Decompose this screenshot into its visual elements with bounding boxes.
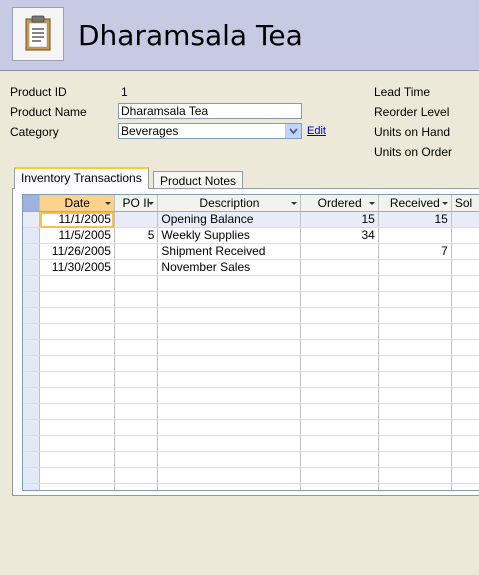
product-name-label: Product Name bbox=[10, 105, 87, 119]
empty-row bbox=[23, 483, 479, 490]
form-header: Dharamsala Tea bbox=[0, 0, 479, 71]
product-id-label: Product ID bbox=[10, 85, 67, 99]
category-select-value: Beverages bbox=[121, 124, 179, 138]
lead-time-label: Lead Time bbox=[374, 85, 431, 99]
date-cell[interactable]: 11/1/2005 bbox=[39, 211, 115, 228]
received-cell[interactable]: 7 bbox=[378, 243, 452, 260]
units-on-hand-label: Units on Hand bbox=[374, 125, 451, 139]
dropdown-arrow-icon[interactable] bbox=[148, 202, 155, 205]
empty-row bbox=[23, 467, 479, 484]
ordered-cell[interactable]: 15 bbox=[300, 211, 379, 228]
empty-row bbox=[23, 323, 479, 340]
sold-cell[interactable] bbox=[451, 259, 479, 276]
ordered-cell[interactable]: 34 bbox=[300, 227, 379, 244]
empty-row bbox=[23, 419, 479, 436]
empty-row[interactable] bbox=[23, 275, 479, 292]
ordered-cell[interactable] bbox=[300, 259, 379, 276]
page-title: Dharamsala Tea bbox=[78, 19, 303, 52]
received-cell[interactable]: 15 bbox=[378, 211, 452, 228]
column-header-sold[interactable]: Sol bbox=[451, 195, 479, 212]
dropdown-arrow-icon[interactable] bbox=[104, 202, 111, 205]
description-cell[interactable]: November Sales bbox=[157, 259, 302, 276]
date-cell[interactable]: 11/30/2005 bbox=[39, 259, 115, 276]
tab-product-notes[interactable]: Product Notes bbox=[153, 171, 244, 189]
table-row[interactable]: 11/26/2005 Shipment Received 7 bbox=[23, 243, 479, 260]
received-cell[interactable] bbox=[378, 259, 452, 276]
date-cell[interactable]: 11/26/2005 bbox=[39, 243, 115, 260]
table-row[interactable]: 11/1/2005 Opening Balance 15 15 bbox=[23, 211, 479, 228]
column-header-po[interactable]: PO II bbox=[114, 195, 159, 212]
description-cell[interactable]: Shipment Received bbox=[157, 243, 302, 260]
sold-cell[interactable] bbox=[451, 243, 479, 260]
table-row[interactable]: 11/5/2005 5 Weekly Supplies 34 bbox=[23, 227, 479, 244]
date-cell[interactable]: 11/5/2005 bbox=[39, 227, 115, 244]
empty-row bbox=[23, 403, 479, 420]
dropdown-arrow-icon[interactable] bbox=[368, 202, 375, 205]
table-row[interactable]: 11/30/2005 November Sales bbox=[23, 259, 479, 276]
column-header-description[interactable]: Description bbox=[157, 195, 302, 212]
description-cell[interactable]: Weekly Supplies bbox=[157, 227, 302, 244]
column-header-received[interactable]: Received bbox=[378, 195, 452, 212]
empty-row bbox=[23, 355, 479, 372]
row-selector[interactable] bbox=[23, 227, 41, 244]
row-selector[interactable] bbox=[23, 259, 41, 276]
ordered-cell[interactable] bbox=[300, 243, 379, 260]
product-name-field[interactable]: Dharamsala Tea bbox=[118, 103, 302, 119]
received-cell[interactable] bbox=[378, 227, 452, 244]
empty-row bbox=[23, 387, 479, 404]
dropdown-arrow-icon[interactable] bbox=[441, 202, 448, 205]
tab-inventory-transactions[interactable]: Inventory Transactions bbox=[14, 167, 149, 189]
category-label: Category bbox=[10, 125, 59, 139]
edit-category-link[interactable]: Edit bbox=[307, 124, 326, 138]
reorder-level-label: Reorder Level bbox=[374, 105, 450, 119]
units-on-order-label: Units on Order bbox=[374, 145, 453, 159]
description-cell[interactable]: Opening Balance bbox=[157, 211, 302, 228]
po-cell[interactable] bbox=[114, 243, 159, 260]
row-selector[interactable] bbox=[23, 211, 41, 228]
chevron-down-icon[interactable] bbox=[285, 124, 301, 138]
category-select[interactable]: Beverages bbox=[118, 123, 302, 139]
empty-row bbox=[23, 371, 479, 388]
clipboard-icon bbox=[12, 7, 64, 61]
sold-cell[interactable] bbox=[451, 227, 479, 244]
empty-row bbox=[23, 339, 479, 356]
inventory-transactions-grid[interactable]: Date PO II Description Ordered Received … bbox=[22, 194, 479, 491]
select-all-corner[interactable] bbox=[23, 195, 41, 212]
po-cell[interactable] bbox=[114, 211, 159, 228]
column-header-date[interactable]: Date bbox=[39, 195, 115, 212]
empty-row bbox=[23, 451, 479, 468]
empty-row bbox=[23, 435, 479, 452]
sold-cell[interactable] bbox=[451, 211, 479, 228]
po-cell[interactable] bbox=[114, 259, 159, 276]
row-selector[interactable] bbox=[23, 243, 41, 260]
column-header-ordered[interactable]: Ordered bbox=[300, 195, 379, 212]
empty-row bbox=[23, 291, 479, 308]
product-id-value: 1 bbox=[121, 85, 128, 99]
dropdown-arrow-icon[interactable] bbox=[291, 202, 298, 205]
empty-row bbox=[23, 307, 479, 324]
po-cell[interactable]: 5 bbox=[114, 227, 159, 244]
